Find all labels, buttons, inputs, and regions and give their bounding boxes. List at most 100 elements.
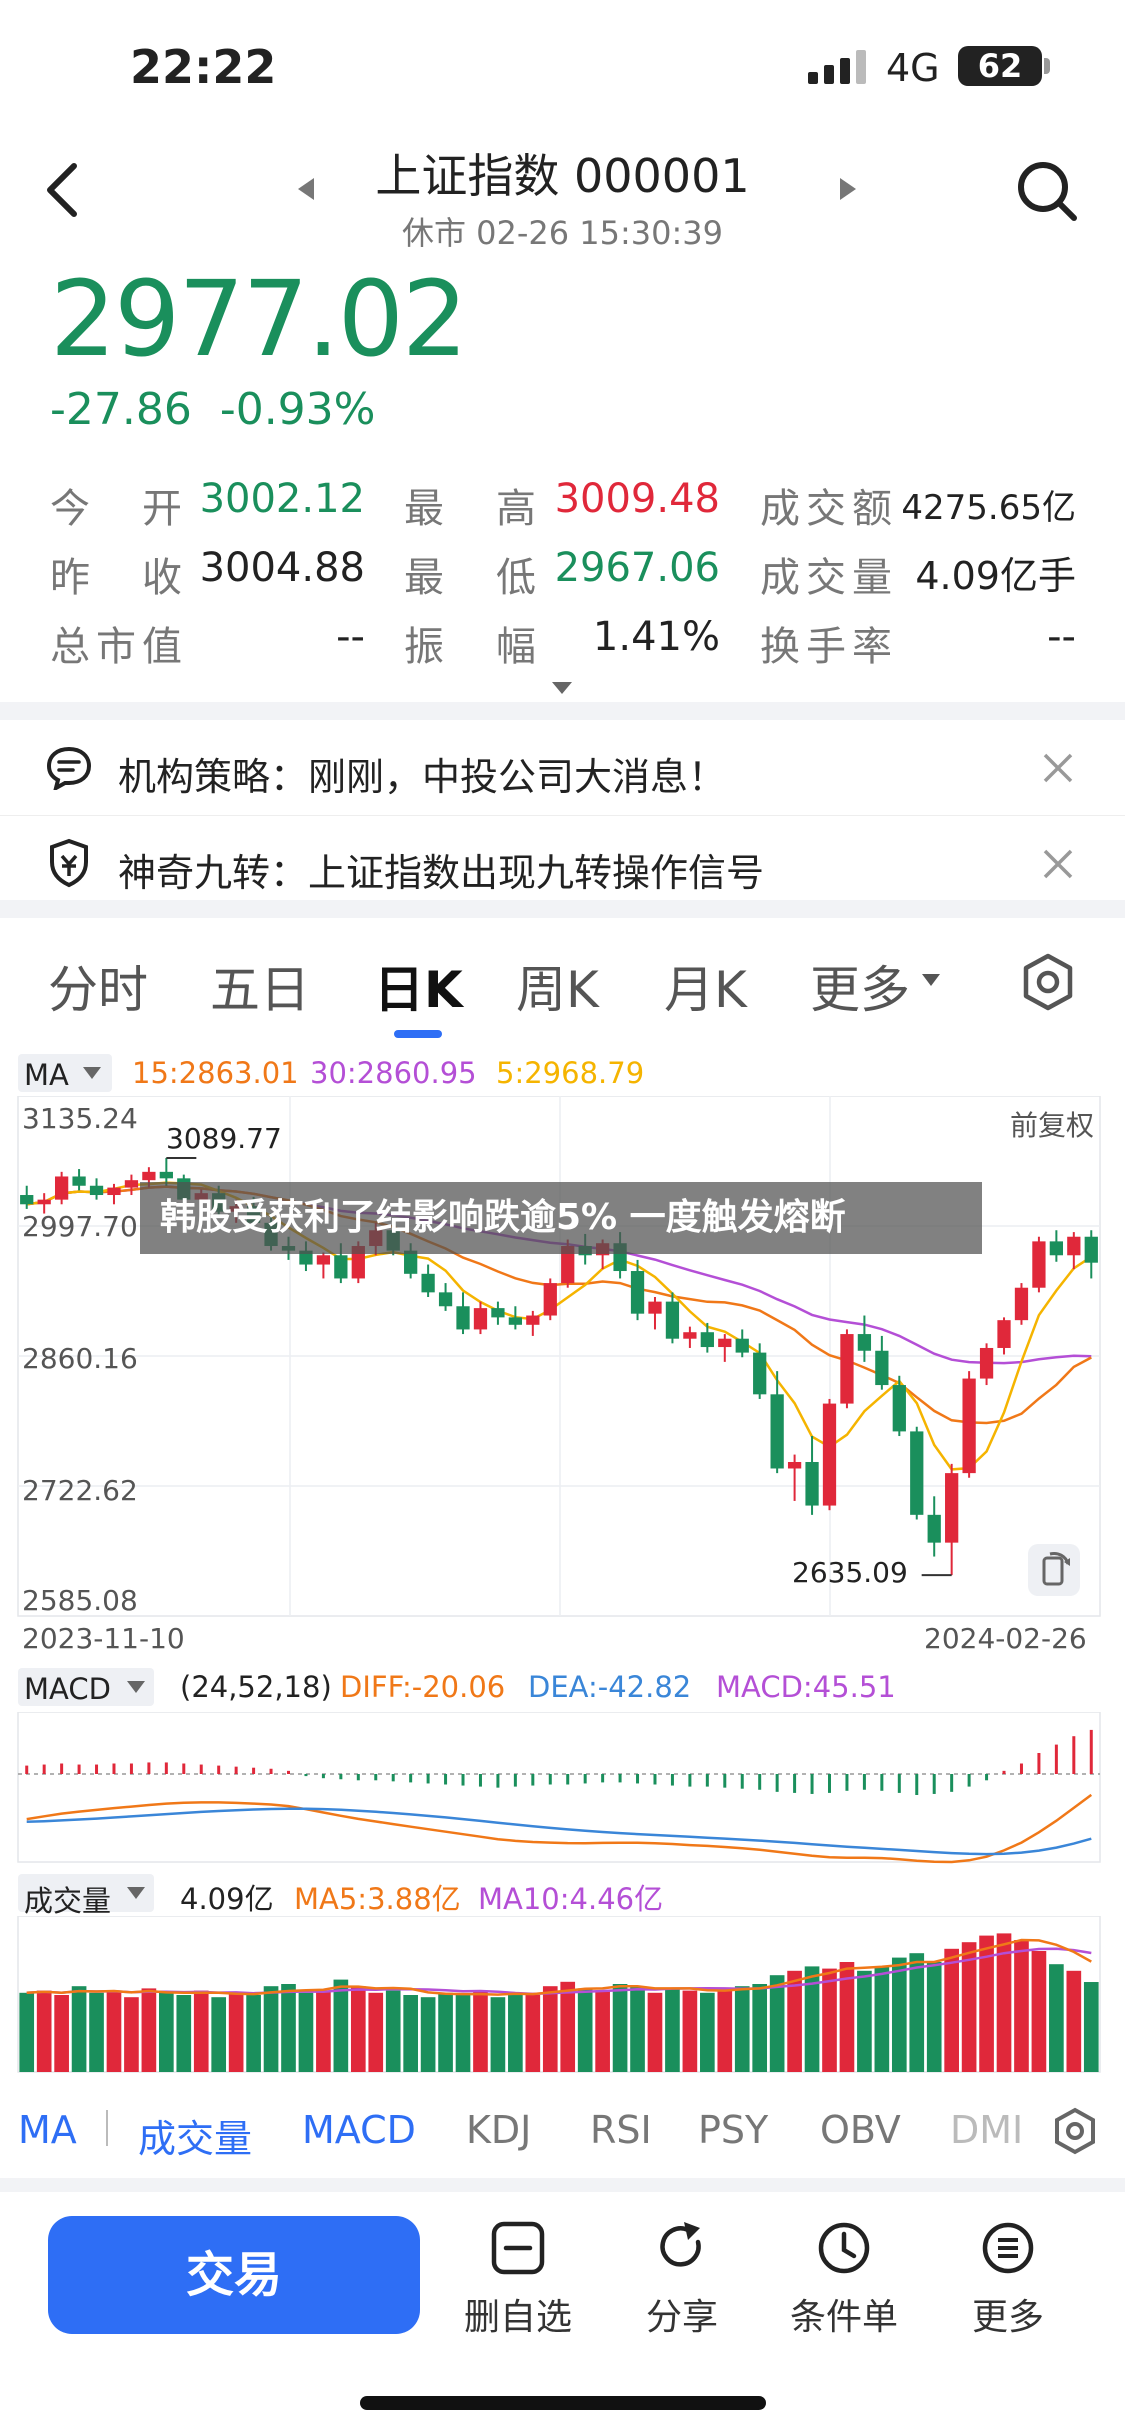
- indicator-tab-obv[interactable]: OBV: [820, 2108, 901, 2152]
- volume-bar: [333, 1979, 349, 2072]
- volume-bar: [542, 1986, 558, 2072]
- indicator-tab-psy[interactable]: PSY: [698, 2108, 768, 2152]
- volume-bar: [822, 1968, 837, 2072]
- volume-bar: [630, 1986, 645, 2072]
- volume-bar: [228, 1992, 244, 2072]
- volume-bar: [595, 1990, 610, 2072]
- tab-intraday[interactable]: 分时: [48, 950, 148, 1022]
- notice-strategy[interactable]: 机构策略：刚刚，中投公司大消息！: [0, 720, 1125, 816]
- candle: [910, 1426, 924, 1520]
- close-icon[interactable]: [1042, 848, 1074, 880]
- notice-nine-turn-text: 神奇九转：上证指数出现九转操作信号: [118, 851, 765, 895]
- volume-bar: [246, 1995, 261, 2072]
- kline-chart[interactable]: [0, 1096, 1125, 1656]
- indicator-tab-ma[interactable]: MA: [18, 2108, 77, 2152]
- indicator-tab-kdj[interactable]: KDJ: [466, 2108, 531, 2152]
- tab-weekly-k[interactable]: 周K: [516, 950, 599, 1022]
- section-divider: [0, 702, 1125, 720]
- volume-bar: [193, 1990, 209, 2072]
- more-button[interactable]: 更多: [928, 2212, 1088, 2342]
- indicator-settings-icon[interactable]: [1050, 2106, 1100, 2156]
- volume-bar: [1031, 1951, 1047, 2072]
- volume-ma10: MA10:4.46亿: [478, 1882, 664, 1916]
- notice-nine-turn[interactable]: 神奇九转：上证指数出现九转操作信号: [0, 816, 1125, 912]
- chevron-down-icon: [922, 974, 940, 986]
- next-stock-icon[interactable]: [836, 176, 858, 202]
- candle: [421, 1264, 435, 1297]
- volume-selector[interactable]: 成交量: [18, 1874, 154, 1918]
- remove-icon: [491, 2221, 545, 2275]
- volume-bar: [473, 1990, 488, 2072]
- volume-bar: [106, 1990, 122, 2072]
- volume-bar: [141, 1988, 157, 2072]
- macd-value: MACD:45.51: [716, 1670, 896, 1704]
- candle: [875, 1335, 889, 1390]
- candle: [683, 1326, 697, 1348]
- search-icon[interactable]: [1016, 160, 1078, 222]
- volume-bar: [1014, 1940, 1029, 2072]
- mktcap-label: 总市值: [50, 624, 188, 670]
- macd-label: MACD: [24, 1672, 111, 1706]
- y-tick-label: 2585.08: [22, 1584, 138, 1617]
- volume-bar: [508, 1992, 523, 2072]
- mktcap-value: --: [336, 614, 365, 660]
- volume-value: 4.09亿手: [915, 554, 1076, 598]
- price-change: -27.86 -0.93%: [50, 384, 375, 435]
- macd-chart[interactable]: [0, 1712, 1125, 1870]
- ma30-legend: 30:2860.95: [310, 1056, 477, 1090]
- rotate-button[interactable]: [1028, 1544, 1080, 1596]
- candle: [735, 1329, 749, 1358]
- tab-five-day[interactable]: 五日: [210, 950, 310, 1022]
- condition-order-label: 条件单: [789, 2297, 898, 2338]
- trade-button[interactable]: 交易: [48, 2216, 420, 2334]
- indicator-tab-rsi[interactable]: RSI: [590, 2108, 652, 2152]
- low-label: 最 低: [404, 555, 542, 601]
- ma-selector[interactable]: MA: [18, 1054, 112, 1092]
- volume-bar: [385, 1990, 401, 2072]
- macd-dea: DEA:-42.82: [528, 1670, 692, 1704]
- chat-icon: [46, 746, 92, 790]
- chevron-down-icon: [83, 1067, 101, 1079]
- tab-daily-k[interactable]: 日K: [374, 950, 463, 1022]
- x-end-date: 2024-02-26: [924, 1622, 1087, 1655]
- turnover-label: 换手率: [760, 624, 898, 670]
- tab-monthly-k[interactable]: 月K: [664, 950, 747, 1022]
- volume-bar: [1083, 1982, 1099, 2072]
- candle: [72, 1169, 86, 1191]
- volume-bar: [769, 1975, 785, 2072]
- candle: [927, 1496, 941, 1557]
- volume-bar: [926, 1962, 942, 2072]
- volume-label: 成交量: [24, 1884, 112, 1918]
- menu-icon: [982, 2222, 1034, 2274]
- indicator-tab-macd[interactable]: MACD: [302, 2108, 416, 2152]
- volume-bar: [577, 1988, 593, 2072]
- network-type: 4G: [886, 46, 940, 90]
- condition-order-button[interactable]: 条件单: [764, 2212, 924, 2342]
- candle: [124, 1174, 139, 1196]
- volume-bar: [717, 1988, 733, 2072]
- volume-chart[interactable]: [0, 1916, 1125, 2076]
- volume-bar: [734, 1986, 750, 2072]
- candle: [543, 1278, 557, 1321]
- volume-bar: [71, 1986, 87, 2072]
- open-label: 今 开: [50, 486, 188, 532]
- high-value: 3009.48: [554, 476, 720, 522]
- candle: [526, 1310, 540, 1336]
- settings-icon[interactable]: [1020, 952, 1076, 1012]
- indicator-tab-volume[interactable]: 成交量: [138, 2108, 252, 2163]
- tab-more[interactable]: 更多: [810, 950, 910, 1022]
- x-start-date: 2023-11-10: [22, 1622, 185, 1655]
- adjust-mode[interactable]: 前复权: [1010, 1104, 1094, 1144]
- volume-bar: [36, 1990, 52, 2072]
- macd-selector[interactable]: MACD: [18, 1668, 154, 1706]
- candle: [718, 1334, 732, 1362]
- indicator-tab-dmi[interactable]: DMI: [950, 2108, 1023, 2152]
- close-icon[interactable]: [1042, 752, 1074, 784]
- remove-watch-button[interactable]: 删自选: [438, 2212, 598, 2342]
- share-button[interactable]: 分享: [602, 2212, 762, 2342]
- volume-bar: [612, 1984, 628, 2072]
- volume-bar: [752, 1984, 768, 2072]
- y-tick-label: 2997.70: [22, 1210, 138, 1243]
- volume-bar: [124, 1997, 139, 2072]
- expand-icon[interactable]: [550, 680, 574, 696]
